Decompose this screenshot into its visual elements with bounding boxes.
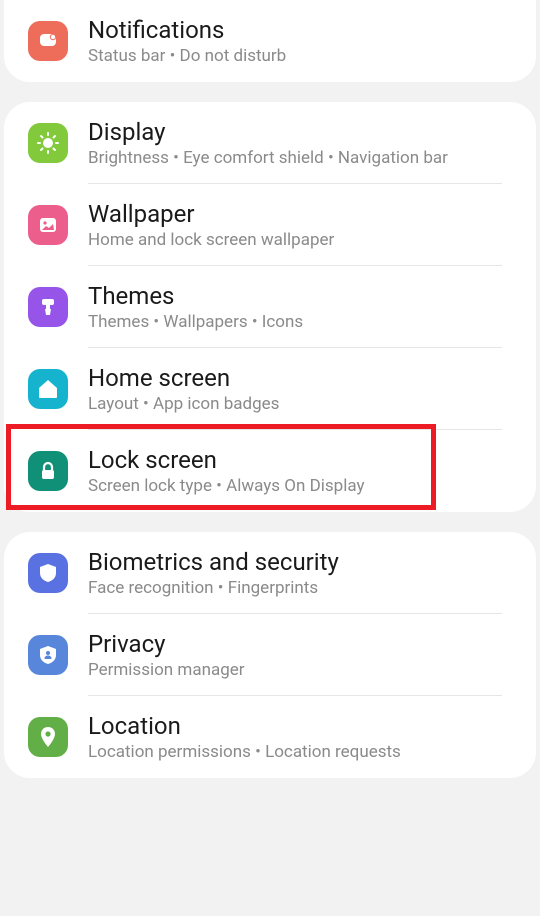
settings-item-text: Biometrics and securityFace recognition … [88, 548, 516, 598]
settings-item-title: Home screen [88, 364, 516, 392]
settings-item-title: Lock screen [88, 446, 516, 474]
settings-item-subtitle: Themes • Wallpapers • Icons [88, 312, 516, 332]
settings-item-title: Notifications [88, 16, 516, 44]
shield-icon [28, 553, 68, 593]
settings-item-title: Wallpaper [88, 200, 516, 228]
sun-icon [28, 123, 68, 163]
settings-item-wallpaper[interactable]: WallpaperHome and lock screen wallpaper [4, 184, 536, 266]
settings-item-title: Biometrics and security [88, 548, 516, 576]
settings-item-subtitle: Layout • App icon badges [88, 394, 516, 414]
settings-item-title: Display [88, 118, 516, 146]
settings-item-title: Themes [88, 282, 516, 310]
picture-icon [28, 205, 68, 245]
settings-item-text: WallpaperHome and lock screen wallpaper [88, 200, 516, 250]
settings-group: Biometrics and securityFace recognition … [4, 532, 536, 778]
settings-item-text: LocationLocation permissions • Location … [88, 712, 516, 762]
settings-item-text: ThemesThemes • Wallpapers • Icons [88, 282, 516, 332]
settings-item-text: NotificationsStatus bar • Do not disturb [88, 16, 516, 66]
home-icon [28, 369, 68, 409]
settings-item-subtitle: Permission manager [88, 660, 516, 680]
settings-item-subtitle: Face recognition • Fingerprints [88, 578, 516, 598]
settings-item-biometrics[interactable]: Biometrics and securityFace recognition … [4, 532, 536, 614]
settings-item-subtitle: Location permissions • Location requests [88, 742, 516, 762]
settings-item-location[interactable]: LocationLocation permissions • Location … [4, 696, 536, 778]
lock-icon [28, 451, 68, 491]
brush-icon [28, 287, 68, 327]
settings-item-themes[interactable]: ThemesThemes • Wallpapers • Icons [4, 266, 536, 348]
settings-item-subtitle: Status bar • Do not disturb [88, 46, 516, 66]
settings-item-home-screen[interactable]: Home screenLayout • App icon badges [4, 348, 536, 430]
settings-item-title: Location [88, 712, 516, 740]
pin-icon [28, 717, 68, 757]
settings-item-privacy[interactable]: PrivacyPermission manager [4, 614, 536, 696]
settings-item-subtitle: Home and lock screen wallpaper [88, 230, 516, 250]
privacy-shield-icon [28, 635, 68, 675]
settings-item-notifications[interactable]: NotificationsStatus bar • Do not disturb [4, 0, 536, 82]
settings-item-text: Home screenLayout • App icon badges [88, 364, 516, 414]
settings-group: DisplayBrightness • Eye comfort shield •… [4, 102, 536, 512]
settings-item-text: Lock screenScreen lock type • Always On … [88, 446, 516, 496]
settings-item-subtitle: Brightness • Eye comfort shield • Naviga… [88, 148, 516, 168]
settings-group: NotificationsStatus bar • Do not disturb [4, 0, 536, 82]
settings-item-lock-screen[interactable]: Lock screenScreen lock type • Always On … [4, 430, 536, 512]
bell-icon [28, 21, 68, 61]
settings-item-subtitle: Screen lock type • Always On Display [88, 476, 516, 496]
settings-item-text: DisplayBrightness • Eye comfort shield •… [88, 118, 516, 168]
settings-item-text: PrivacyPermission manager [88, 630, 516, 680]
settings-item-display[interactable]: DisplayBrightness • Eye comfort shield •… [4, 102, 536, 184]
settings-item-title: Privacy [88, 630, 516, 658]
